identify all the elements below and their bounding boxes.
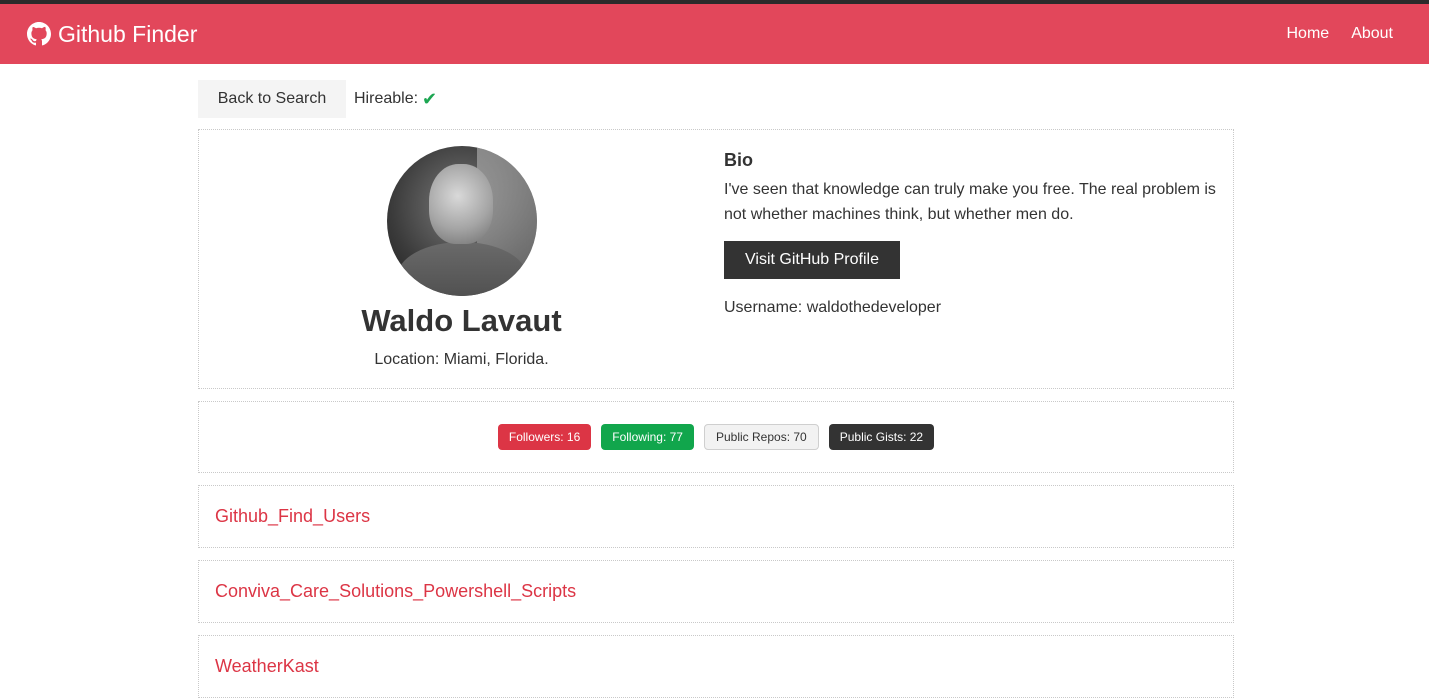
- nav-links: Home About: [1287, 25, 1394, 43]
- repo-link[interactable]: Conviva_Care_Solutions_Powershell_Script…: [215, 581, 576, 602]
- navbar: Github Finder Home About: [0, 4, 1429, 64]
- profile-summary: Waldo Lavaut Location: Miami, Florida.: [199, 130, 724, 388]
- profile-location: Location: Miami, Florida.: [374, 351, 549, 368]
- bio-heading: Bio: [724, 150, 753, 170]
- public-gists-badge: Public Gists: 22: [828, 424, 935, 450]
- hireable-label: Hireable:: [354, 90, 419, 107]
- nav-home-link[interactable]: Home: [1287, 25, 1330, 43]
- brand-title: Github Finder: [58, 20, 198, 47]
- visit-github-profile-button[interactable]: Visit GitHub Profile: [724, 241, 900, 279]
- github-icon: [27, 22, 51, 46]
- followers-badge: Followers: 16: [497, 424, 592, 450]
- profile-username: Username: waldothedeveloper: [724, 299, 942, 316]
- nav-about-link[interactable]: About: [1351, 25, 1393, 43]
- repo-card: Conviva_Care_Solutions_Powershell_Script…: [198, 560, 1234, 623]
- topbar: Back to Search Hireable: ✔: [198, 80, 1234, 118]
- main-container: Back to Search Hireable: ✔ Waldo Lavaut …: [198, 80, 1234, 698]
- following-badge: Following: 77: [601, 424, 694, 450]
- avatar: [386, 146, 537, 296]
- hireable-status: Hireable: ✔: [354, 90, 437, 108]
- profile-details: Bio I've seen that knowledge can truly m…: [724, 130, 1233, 388]
- stats-card: Followers: 16 Following: 77 Public Repos…: [198, 401, 1234, 473]
- repo-link[interactable]: Github_Find_Users: [215, 506, 370, 527]
- bio-text: I've seen that knowledge can truly make …: [724, 181, 1216, 223]
- repo-card: WeatherKast: [198, 635, 1234, 698]
- brand[interactable]: Github Finder: [27, 21, 197, 48]
- profile-name: Waldo Lavaut: [361, 303, 562, 338]
- repo-card: Github_Find_Users: [198, 485, 1234, 548]
- back-to-search-button[interactable]: Back to Search: [198, 80, 346, 118]
- check-icon: ✔: [422, 89, 438, 109]
- repo-link[interactable]: WeatherKast: [215, 656, 319, 677]
- profile-card: Waldo Lavaut Location: Miami, Florida. B…: [198, 129, 1234, 389]
- public-repos-badge: Public Repos: 70: [703, 424, 819, 450]
